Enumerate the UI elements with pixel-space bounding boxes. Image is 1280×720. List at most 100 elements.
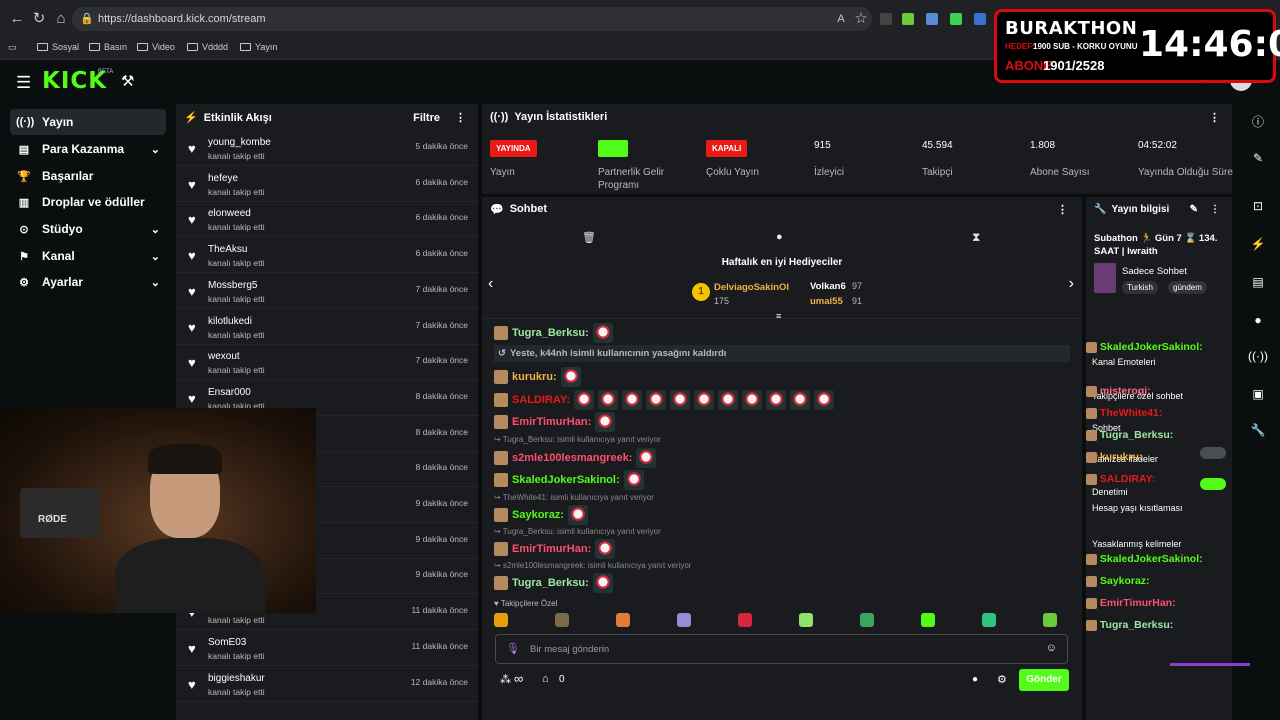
emote-icon[interactable] xyxy=(982,613,996,627)
emoji-icon[interactable]: ☺ xyxy=(1046,642,1057,654)
activity-username[interactable]: Ensar000 xyxy=(208,387,251,398)
chat-input[interactable]: 🎙 Bir mesaj gönderin ☺ xyxy=(495,634,1068,664)
emote-icon[interactable] xyxy=(738,613,752,627)
bookmarks-toggle-icon[interactable]: ▭ xyxy=(8,42,17,53)
activity-username[interactable]: biggieshakur xyxy=(208,673,265,684)
activity-username[interactable]: Mossberg5 xyxy=(208,280,257,291)
stream-setting-item[interactable]: Denetimi xyxy=(1092,487,1128,497)
activity-username[interactable]: wexout xyxy=(208,351,240,362)
heart-icon: ♥ xyxy=(188,248,196,264)
bookmark-folder[interactable]: Vdddd xyxy=(187,42,228,52)
back-icon[interactable]: ← xyxy=(8,10,26,28)
chat-username[interactable]: s2mle100lesmangreek: xyxy=(512,452,632,464)
home-icon[interactable]: ⌂ xyxy=(52,10,70,28)
send-button[interactable]: Gönder xyxy=(1019,669,1069,691)
activity-username[interactable]: TheAksu xyxy=(208,244,247,255)
address-bar[interactable]: 🔒 https://dashboard.kick.com/stream xyxy=(72,7,872,31)
info-icon[interactable]: ⓘ xyxy=(1248,112,1268,132)
tag-chip[interactable]: Turkish xyxy=(1122,281,1158,294)
subathon-overlay: BURAKTHON HEDEF: 1900 SUB - KORKU OYUNU … xyxy=(994,9,1280,83)
extension-icon[interactable] xyxy=(974,13,986,25)
filter-button[interactable]: Filtre xyxy=(413,112,440,124)
points-icon[interactable]: ⁂ xyxy=(500,673,511,686)
activity-username[interactable]: hefeye xyxy=(208,173,238,184)
bookmark-folder[interactable]: Sosyal xyxy=(37,42,79,52)
nav-item-droplar[interactable]: ▥ Droplar ve ödüller xyxy=(10,189,166,215)
activity-username[interactable]: SomE03 xyxy=(208,637,246,648)
emote-icon[interactable] xyxy=(860,613,874,627)
chat-username[interactable]: SALDIRAY: xyxy=(512,394,570,406)
chat-bubble-icon[interactable]: ● xyxy=(776,231,783,243)
favorite-star-icon[interactable]: ☆ xyxy=(852,10,870,28)
stream-setting-item[interactable]: Yasaklanmış kelimeler xyxy=(1092,539,1181,549)
nav-item-para-kazanma[interactable]: ▤ Para Kazanma ⌄ xyxy=(10,136,166,162)
more-icon[interactable]: ⋮ xyxy=(1210,204,1220,215)
chat-bubble-icon[interactable]: ● xyxy=(1248,310,1268,330)
hourglass-icon[interactable]: ⧗ xyxy=(972,230,980,245)
chevron-left-icon[interactable]: ‹ xyxy=(488,275,493,293)
bookmark-folder[interactable]: Basın xyxy=(89,42,127,52)
nav-item-kanal[interactable]: ⚑ Kanal ⌄ xyxy=(10,243,166,269)
camera-icon[interactable]: ⊡ xyxy=(1248,196,1268,216)
chat-username[interactable]: Tugra_Berksu: xyxy=(512,577,589,589)
stream-setting-item[interactable]: Kanal Emoteleri xyxy=(1092,357,1156,367)
microphone-icon[interactable]: 🎙 xyxy=(506,642,520,655)
extension-icon[interactable] xyxy=(880,13,892,25)
menu-icon[interactable]: ☰ xyxy=(16,73,31,93)
chat-username[interactable]: Saykoraz: xyxy=(512,509,564,521)
nav-item-yayin[interactable]: ((·)) Yayın xyxy=(10,109,166,135)
activity-username[interactable]: kilotlukedi xyxy=(208,316,252,327)
emote-icon[interactable] xyxy=(799,613,813,627)
refresh-icon[interactable]: ↻ xyxy=(30,10,48,28)
trash-icon[interactable]: 🗑 xyxy=(582,231,596,244)
read-aloud-icon[interactable]: A xyxy=(832,10,850,28)
chat-bubble-icon[interactable]: ● xyxy=(972,674,978,685)
emote-icon[interactable] xyxy=(494,613,508,627)
pencil-icon[interactable]: ✎ xyxy=(1190,204,1198,215)
gear-icon[interactable]: ⚙ xyxy=(997,673,1007,686)
channel-icon: ⚑ xyxy=(19,250,29,263)
extension-icon[interactable] xyxy=(926,13,938,25)
emote-icon[interactable] xyxy=(921,613,935,627)
stat-izleyici: 915 İzleyici xyxy=(814,140,845,178)
chat-username[interactable]: EmirTimurHan: xyxy=(512,416,591,428)
chat-username[interactable]: Tugra_Berksu: xyxy=(512,327,589,339)
layers-icon[interactable]: ▣ xyxy=(1248,384,1268,404)
nav-item-ayarlar[interactable]: ⚙ Ayarlar ⌄ xyxy=(10,269,166,295)
tag-chip[interactable]: gündem xyxy=(1168,281,1207,294)
more-icon[interactable]: ⋮ xyxy=(455,111,466,124)
nav-item-basarilar[interactable]: 🏆 Başarılar xyxy=(10,163,166,189)
extension-icon[interactable] xyxy=(902,13,914,25)
emote-icon[interactable] xyxy=(677,613,691,627)
activity-username[interactable]: elonweed xyxy=(208,208,251,219)
emotes-only-toggle[interactable] xyxy=(1200,478,1226,490)
bookmark-folder[interactable]: Video xyxy=(137,42,175,52)
chat-username[interactable]: kurukru: xyxy=(512,371,557,383)
more-icon[interactable]: ⋮ xyxy=(1057,203,1068,216)
nav-item-studyo[interactable]: ⊙ Stüdyo ⌄ xyxy=(10,216,166,242)
chat-username[interactable]: SkaledJokerSakinol: xyxy=(512,474,620,486)
bookmark-folder[interactable]: Yayın xyxy=(240,42,277,52)
extension-icon[interactable] xyxy=(950,13,962,25)
lightning-icon[interactable]: ⚡ xyxy=(1248,234,1268,254)
more-icon[interactable]: ⋮ xyxy=(1209,111,1220,124)
emote-icon[interactable] xyxy=(1043,613,1057,627)
pencil-icon[interactable]: ✎ xyxy=(1248,148,1268,168)
followers-only-toggle[interactable] xyxy=(1200,447,1226,459)
activity-username[interactable]: young_kombe xyxy=(208,137,271,148)
emote xyxy=(646,390,667,410)
hammer-icon[interactable]: ⚒ xyxy=(121,72,134,90)
document-icon[interactable]: ▤ xyxy=(1248,272,1268,292)
rank-1-badge: 1 xyxy=(692,283,710,301)
broadcast-icon[interactable]: ((·)) xyxy=(1248,346,1268,366)
collapse-icon[interactable]: ≡ xyxy=(776,311,781,321)
chat-username[interactable]: EmirTimurHan: xyxy=(512,543,591,555)
reply-icon: ↪ xyxy=(494,527,503,536)
chevron-right-icon[interactable]: › xyxy=(1069,275,1074,293)
emote-icon[interactable] xyxy=(616,613,630,627)
emote-icon[interactable] xyxy=(555,613,569,627)
store-icon[interactable]: ⌂ xyxy=(542,673,549,685)
wrench-icon[interactable]: 🔧 xyxy=(1248,420,1268,440)
stream-setting-item[interactable]: Hesap yaşı kısıtlaması xyxy=(1092,503,1183,513)
user-badge-icon xyxy=(1086,597,1097,609)
